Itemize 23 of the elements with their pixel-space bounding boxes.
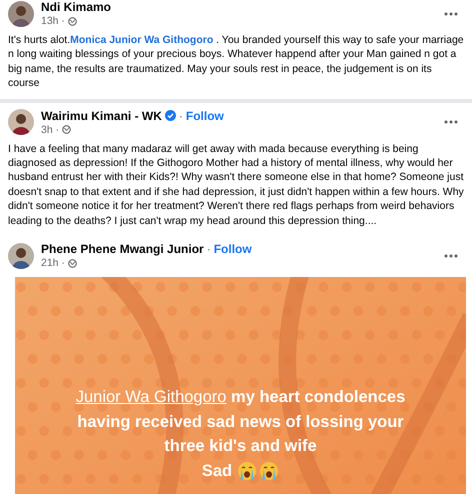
- post-time[interactable]: 13h ·: [41, 15, 65, 27]
- author-name[interactable]: Wairimu Kimani - WK: [41, 108, 162, 123]
- comment-text: I have a feeling that many madaraz will get away with mada because everything is being diagnosed as depression! If the Githogoro Mother had a history of mental illness, why would her husband entrust her with their Kids?! Why wasn't there someone else in that home? Someone just doesn't snap to that extent and if she had depression, it just didn't happen within a few hours. Why didn't someone notice it for her treatment? Weren't there red flags perhaps from weird behaviors leading to the deaths? I just can't wrap my head around this depression thing....: [8, 142, 465, 228]
- separator-dot: ·: [178, 108, 183, 123]
- more-icon: [444, 120, 458, 124]
- comment-text: It's hurts alot.Monica Junior Wa Githogoro . You branded yourself this way to safe your marriage n long waiting blessings of your precious boys. Whatever happend after your Man gained n got a big name, the results are traumatized. May your souls rest in peace, the judgement is on its course: [8, 33, 465, 91]
- post-message: Junior Wa Githogoro my heart condolences having received sad news of lossing your three kid's and wife: [74, 387, 406, 458]
- profile-link[interactable]: Monica Junior Wa Githogoro: [70, 34, 214, 46]
- separator-dot: ·: [206, 242, 211, 256]
- author-name[interactable]: Ndi Kimamo: [41, 0, 112, 14]
- follow-link[interactable]: Follow: [186, 108, 224, 123]
- avatar[interactable]: [8, 0, 34, 26]
- post-message: Sad: [202, 460, 232, 482]
- crying-face-icon: [237, 460, 258, 481]
- post-time[interactable]: 21h ·: [41, 257, 65, 270]
- follow-link[interactable]: Follow: [214, 242, 252, 256]
- avatar[interactable]: [8, 242, 34, 269]
- more-icon: [444, 254, 458, 258]
- crying-face-icon: [259, 460, 280, 481]
- post-time[interactable]: 3h ·: [41, 124, 60, 136]
- author-name[interactable]: Phene Phene Mwangi Junior: [41, 242, 204, 256]
- more-icon: [444, 12, 458, 16]
- avatar[interactable]: [8, 109, 34, 136]
